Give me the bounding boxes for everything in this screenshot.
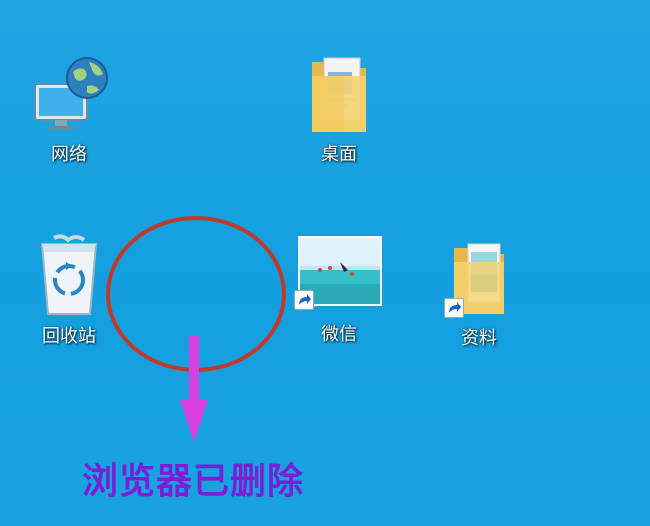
- desktop-icon-network[interactable]: 网络: [14, 52, 124, 166]
- folder-shortcut-icon: [444, 238, 514, 320]
- arrow-shaft: [189, 336, 199, 406]
- desktop-icon-label: 回收站: [42, 326, 96, 347]
- desktop-icon-recycle-bin[interactable]: 回收站: [14, 232, 124, 348]
- desktop-icon-label: 微信: [321, 324, 357, 345]
- annotation-caption: 浏览器已删除: [82, 461, 305, 502]
- shortcut-arrow-icon: [294, 290, 314, 310]
- highlight-circle: [106, 216, 286, 372]
- image-shortcut-icon: [294, 232, 384, 316]
- desktop-icon-label: 桌面: [321, 144, 357, 165]
- desktop-icon-desktop-folder[interactable]: 桌面: [284, 52, 394, 166]
- desktop-icon-wechat[interactable]: 微信: [284, 232, 394, 346]
- shortcut-arrow-icon: [444, 298, 464, 318]
- desktop-icon-label: 资料: [461, 328, 497, 349]
- network-icon: [29, 52, 109, 136]
- desktop-icon-label: 网络: [51, 144, 87, 165]
- recycle-bin-icon: [32, 232, 106, 318]
- arrow-head: [180, 400, 208, 442]
- desktop-icon-documents[interactable]: 资料: [424, 238, 534, 350]
- folder-icon: [304, 52, 374, 136]
